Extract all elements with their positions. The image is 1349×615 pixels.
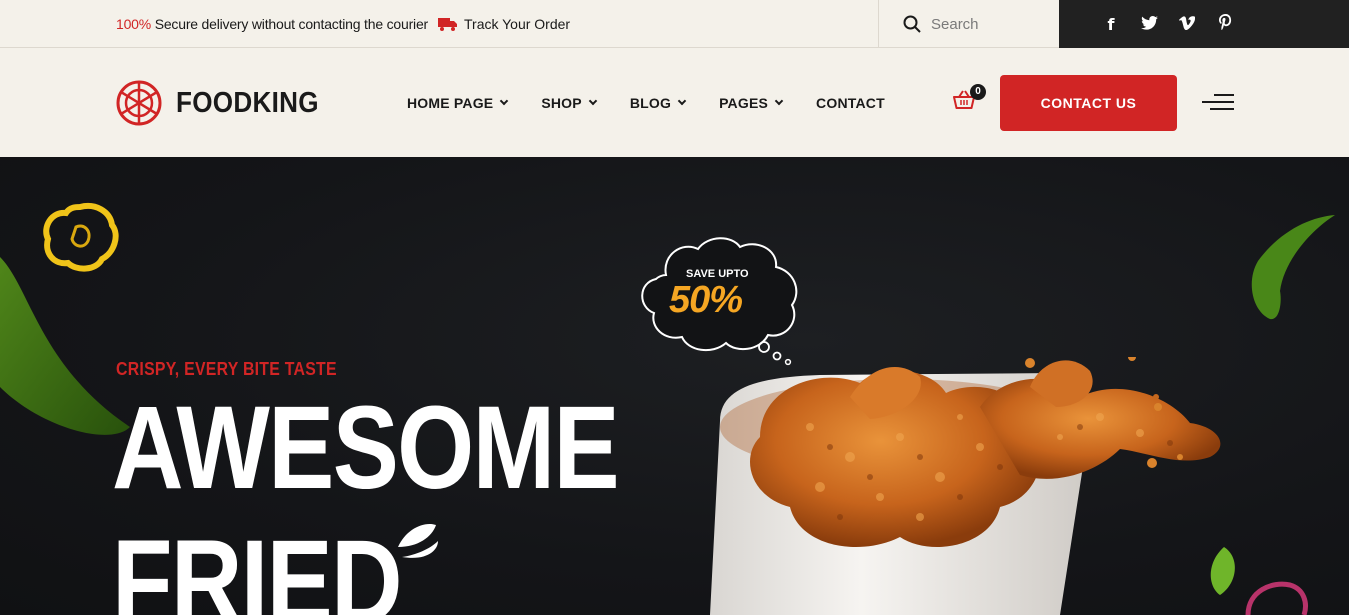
nav-label: SHOP	[541, 95, 582, 111]
logo[interactable]: FOODKING	[116, 80, 335, 126]
chevron-down-icon	[677, 96, 687, 106]
nav-label: BLOG	[629, 95, 672, 111]
nav-item-home-page[interactable]: HOME PAGE	[407, 95, 509, 111]
nav-item-pages[interactable]: PAGES	[719, 95, 784, 111]
chili-pepper-decoration	[1251, 215, 1335, 320]
social-links: f	[1059, 0, 1349, 48]
main-nav: HOME PAGE SHOP BLOG PAGES CONTACT	[407, 95, 919, 111]
hero-section: SAVE UPTO 50% CRISPY, EVERY BITE TASTE A…	[0, 157, 1349, 615]
nav-label: HOME PAGE	[407, 95, 494, 111]
main-header: FOODKING HOME PAGE SHOP BLOG PAGES CONTA…	[0, 48, 1349, 157]
vimeo-icon[interactable]	[1179, 15, 1196, 34]
cart-button[interactable]: 0	[953, 84, 986, 115]
swoosh-decoration	[398, 523, 438, 558]
search-input[interactable]	[931, 15, 1041, 33]
truck-icon	[438, 18, 457, 31]
twitter-icon[interactable]	[1141, 15, 1158, 34]
promo-message: Secure delivery without contacting the c…	[151, 16, 428, 32]
hamburger-menu-icon[interactable]	[1202, 94, 1234, 112]
pinterest-icon[interactable]	[1217, 14, 1233, 34]
chevron-down-icon	[774, 96, 784, 106]
track-order-link[interactable]: Track Your Order	[438, 16, 570, 32]
nav-item-blog[interactable]: BLOG	[629, 95, 687, 111]
hero-tagline: CRISPY, EVERY BITE TASTE	[116, 359, 337, 379]
nav-item-shop[interactable]: SHOP	[541, 95, 598, 111]
chevron-down-icon	[500, 96, 509, 106]
hero-title-line2: FRIED	[112, 516, 403, 615]
fried-chicken-bucket-image	[710, 357, 1221, 615]
facebook-icon[interactable]: f	[1103, 15, 1119, 34]
chevron-down-icon	[588, 96, 598, 106]
top-bar: 100% Secure delivery without contacting …	[0, 0, 1349, 48]
hero-title-line1: AWESOME	[112, 382, 620, 514]
bubble-discount-value: 50%	[669, 279, 743, 321]
contact-us-button[interactable]: CONTACT US	[1000, 75, 1177, 131]
search-box	[878, 0, 1059, 48]
track-order-label: Track Your Order	[464, 16, 571, 32]
yellow-pepper-decoration	[43, 203, 119, 272]
logo-text: FOODKING	[176, 86, 319, 119]
nav-label: PAGES	[719, 95, 769, 111]
promo-text: 100% Secure delivery without contacting …	[116, 16, 428, 32]
nav-item-contact[interactable]: CONTACT	[816, 95, 885, 111]
nav-label: CONTACT	[816, 95, 885, 111]
promo-percent: 100%	[116, 16, 152, 32]
cart-count-badge: 0	[970, 84, 986, 100]
discount-bubble: SAVE UPTO 50%	[636, 235, 806, 369]
pizza-logo-icon	[116, 80, 162, 126]
search-icon[interactable]	[903, 15, 921, 33]
